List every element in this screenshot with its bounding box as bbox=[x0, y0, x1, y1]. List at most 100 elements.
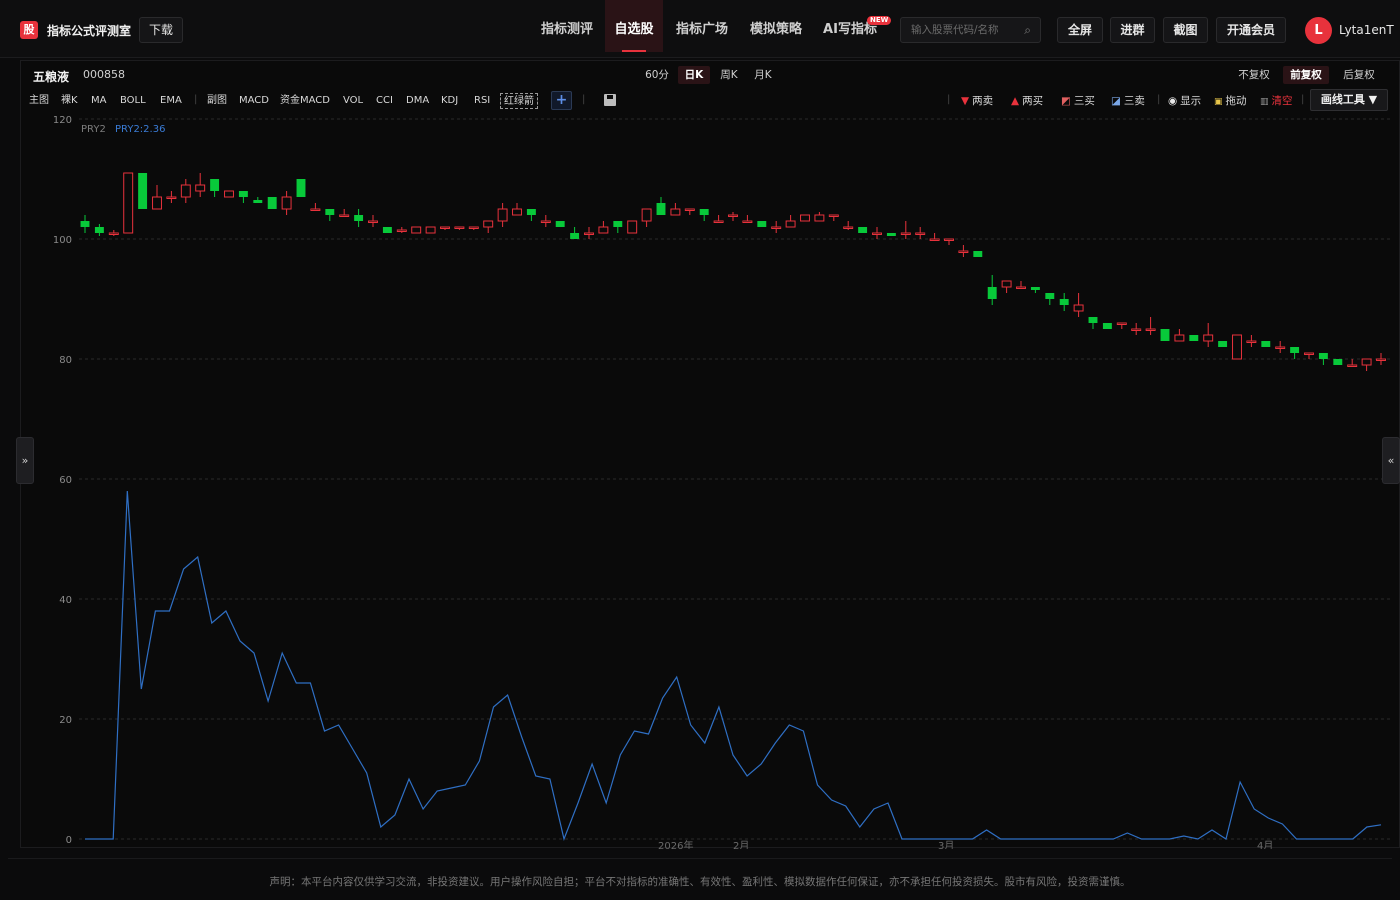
candle bbox=[369, 215, 378, 227]
candle bbox=[138, 173, 147, 209]
candle-body bbox=[340, 215, 349, 217]
candle-body bbox=[225, 191, 234, 197]
candle bbox=[1204, 323, 1213, 347]
candle bbox=[685, 209, 694, 215]
candle bbox=[95, 224, 104, 236]
candle bbox=[1089, 317, 1098, 329]
candle-body bbox=[210, 179, 219, 191]
candle bbox=[657, 197, 666, 215]
candle-body bbox=[1218, 341, 1227, 347]
candle-body bbox=[714, 221, 723, 223]
expand-right-tab[interactable]: « bbox=[1382, 437, 1400, 484]
candle-body bbox=[988, 287, 997, 299]
candle bbox=[527, 209, 536, 221]
candle bbox=[801, 215, 810, 221]
candle-body bbox=[181, 185, 190, 197]
app-title[interactable]: 指标公式评测室 bbox=[47, 22, 131, 39]
app-logo-icon[interactable]: 股 bbox=[20, 21, 38, 39]
username[interactable]: Lyta1enT bbox=[1339, 23, 1394, 37]
candle bbox=[1247, 335, 1256, 347]
candle bbox=[1261, 341, 1270, 347]
candle bbox=[253, 197, 262, 203]
candle bbox=[239, 191, 248, 203]
screenshot-button[interactable]: 截图 bbox=[1163, 17, 1208, 43]
fullscreen-button[interactable]: 全屏 bbox=[1057, 17, 1103, 43]
candle bbox=[945, 239, 954, 245]
candle-body bbox=[1002, 281, 1011, 287]
candle bbox=[1103, 323, 1112, 329]
candle bbox=[325, 209, 334, 221]
candle bbox=[585, 227, 594, 239]
candle bbox=[1017, 281, 1026, 289]
candle bbox=[469, 227, 478, 230]
candle-body bbox=[1348, 365, 1357, 367]
expand-left-tab[interactable]: » bbox=[16, 437, 34, 484]
candle bbox=[196, 173, 205, 197]
download-button[interactable]: 下载 bbox=[139, 17, 183, 43]
candle bbox=[1060, 293, 1069, 311]
nav-item-watchlist[interactable]: 自选股 bbox=[605, 0, 663, 52]
candle-body bbox=[253, 200, 262, 203]
candle-body bbox=[642, 209, 651, 221]
candle-body bbox=[585, 233, 594, 235]
candle-body bbox=[916, 233, 925, 235]
candle bbox=[498, 203, 507, 227]
candle bbox=[628, 221, 637, 233]
nav-item-sim-strategy[interactable]: 模拟策略 bbox=[740, 0, 812, 52]
candle bbox=[1348, 359, 1357, 367]
candle-body bbox=[196, 185, 205, 191]
candle-body bbox=[801, 215, 810, 221]
stock-search-box[interactable]: ⌕ bbox=[900, 17, 1041, 43]
nav-item-indicator-plaza[interactable]: 指标广场 bbox=[666, 0, 738, 52]
y-tick-label: 60 bbox=[59, 475, 72, 486]
vip-button[interactable]: 开通会员 bbox=[1216, 17, 1286, 43]
candle bbox=[181, 179, 190, 203]
search-icon[interactable]: ⌕ bbox=[1024, 23, 1031, 38]
candle-body bbox=[441, 227, 450, 229]
nav-item-indicator-review[interactable]: 指标测评 bbox=[530, 0, 604, 52]
avatar[interactable]: L bbox=[1305, 17, 1332, 44]
chart-panel: 五粮液 000858 60分 日K 周K 月K 不复权 前复权 后复权 主图 裸… bbox=[20, 60, 1400, 848]
candle-body bbox=[397, 230, 406, 232]
join-group-button[interactable]: 进群 bbox=[1110, 17, 1155, 43]
candle-body bbox=[815, 215, 824, 221]
candle-body bbox=[426, 227, 435, 233]
stock-search-input[interactable] bbox=[911, 22, 1021, 38]
candle bbox=[81, 215, 90, 233]
candle bbox=[1333, 359, 1342, 365]
candle bbox=[1031, 287, 1040, 293]
candle bbox=[1146, 317, 1155, 335]
indicator-line bbox=[85, 491, 1381, 839]
candle-body bbox=[1377, 359, 1386, 361]
candle-body bbox=[700, 209, 709, 215]
candle-body bbox=[311, 209, 320, 211]
candle-body bbox=[1146, 329, 1155, 331]
candle-body bbox=[1305, 353, 1314, 355]
indicator-legend-value: PRY2:2.36 bbox=[115, 124, 165, 135]
candle-body bbox=[95, 227, 104, 233]
candle-body bbox=[1189, 335, 1198, 341]
candle-body bbox=[1261, 341, 1270, 347]
y-tick-label: 0 bbox=[66, 835, 72, 846]
candle bbox=[268, 197, 277, 209]
candle-body bbox=[772, 227, 781, 229]
candle-body bbox=[901, 233, 910, 235]
candle bbox=[1276, 341, 1285, 353]
candle bbox=[901, 221, 910, 239]
candle-body bbox=[945, 239, 954, 241]
candle-body bbox=[657, 203, 666, 215]
y-tick-label: 20 bbox=[59, 715, 72, 726]
candle bbox=[1377, 353, 1386, 365]
candle bbox=[743, 215, 752, 223]
candle-body bbox=[369, 221, 378, 223]
candle-body bbox=[138, 173, 147, 209]
candle bbox=[916, 227, 925, 239]
kline-chart[interactable]: 0204060801001202026年2月3月4月 PRY2 PRY2:2.3… bbox=[21, 61, 1400, 849]
candle-body bbox=[1233, 335, 1242, 359]
candle bbox=[354, 209, 363, 227]
candle-body bbox=[469, 227, 478, 229]
candle-body bbox=[1362, 359, 1371, 365]
candle bbox=[642, 209, 651, 227]
new-badge: NEW bbox=[867, 16, 891, 25]
nav-item-ai-indicator[interactable]: AI写指标 bbox=[814, 0, 886, 52]
